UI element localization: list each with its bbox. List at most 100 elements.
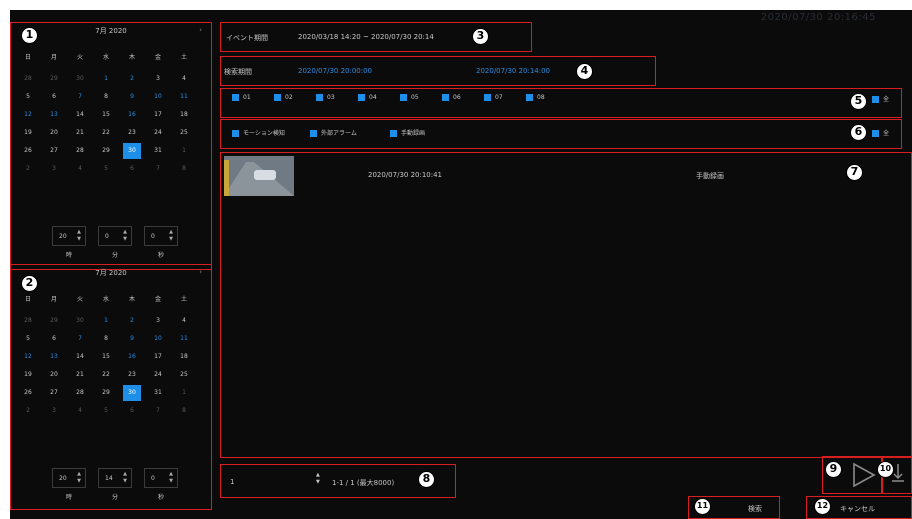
calendar-day[interactable]: 28 (68, 146, 92, 156)
calendar-day[interactable]: 22 (94, 370, 118, 380)
calendar-day[interactable]: 7 (68, 334, 92, 344)
calendar-day[interactable]: 19 (16, 128, 40, 138)
calendar-day[interactable]: 22 (94, 128, 118, 138)
calendar-day[interactable]: 28 (68, 388, 92, 398)
spinner-arrows-icon[interactable]: ▲ ▼ (169, 471, 173, 485)
calendar-day[interactable]: 11 (172, 334, 196, 344)
event-type-checkbox[interactable]: モーション検知 (232, 128, 285, 137)
calendar-day[interactable]: 6 (120, 164, 144, 174)
calendar-day[interactable]: 5 (16, 334, 40, 344)
calendar-day[interactable]: 26 (16, 388, 40, 398)
second-spinner[interactable]: 0 ▲ ▼ (144, 226, 178, 246)
calendar-day[interactable]: 21 (68, 370, 92, 380)
calendar-day[interactable]: 6 (42, 92, 66, 102)
calendar-day[interactable]: 26 (16, 146, 40, 156)
play-icon[interactable] (852, 462, 876, 488)
calendar-day[interactable]: 29 (42, 74, 66, 84)
calendar-day[interactable]: 16 (120, 352, 144, 362)
spinner-arrows-icon[interactable]: ▲ ▼ (77, 471, 81, 485)
calendar-day[interactable]: 15 (94, 110, 118, 120)
event-type-checkbox[interactable]: 外部アラーム (310, 128, 357, 137)
calendar-day-selected[interactable]: 30 (123, 385, 141, 401)
calendar-day[interactable]: 25 (172, 370, 196, 380)
channel-checkbox[interactable]: 04 (358, 94, 377, 101)
calendar-day[interactable]: 8 (172, 164, 196, 174)
calendar-day[interactable]: 29 (94, 388, 118, 398)
calendar-day[interactable]: 9 (120, 92, 144, 102)
calendar-day[interactable]: 28 (16, 316, 40, 326)
calendar-day[interactable]: 28 (16, 74, 40, 84)
calendar-day[interactable]: 20 (42, 128, 66, 138)
calendar-day[interactable]: 25 (172, 128, 196, 138)
calendar-day[interactable]: 17 (146, 352, 170, 362)
calendar-day[interactable]: 13 (42, 110, 66, 120)
search-start-input[interactable]: 2020/07/30 20:00:00 (298, 67, 372, 75)
calendar-day[interactable]: 5 (16, 92, 40, 102)
calendar-day[interactable]: 8 (94, 92, 118, 102)
calendar-day[interactable]: 2 (16, 406, 40, 416)
channel-checkbox[interactable]: 05 (400, 94, 419, 101)
calendar-day[interactable]: 27 (42, 388, 66, 398)
search-button[interactable]: 検索 (748, 504, 762, 514)
calendar-day[interactable]: 30 (68, 74, 92, 84)
calendar-day[interactable]: 12 (16, 352, 40, 362)
calendar-day[interactable]: 5 (94, 406, 118, 416)
channel-checkbox[interactable]: 07 (484, 94, 503, 101)
hour-spinner[interactable]: 20 ▲ ▼ (52, 468, 86, 488)
channel-checkbox[interactable]: 01 (232, 94, 251, 101)
second-spinner[interactable]: 0 ▲ ▼ (144, 468, 178, 488)
calendar-day[interactable]: 15 (94, 352, 118, 362)
next-month-icon[interactable]: › (199, 26, 202, 34)
minute-spinner[interactable]: 14 ▲ ▼ (98, 468, 132, 488)
spinner-arrows-icon[interactable]: ▲ ▼ (123, 471, 127, 485)
result-thumbnail[interactable] (224, 156, 294, 196)
calendar-day[interactable]: 24 (146, 128, 170, 138)
channel-checkbox[interactable]: 02 (274, 94, 293, 101)
calendar-day[interactable]: 1 (94, 316, 118, 326)
calendar-day[interactable]: 16 (120, 110, 144, 120)
channel-checkbox[interactable]: 06 (442, 94, 461, 101)
calendar-day[interactable]: 2 (120, 316, 144, 326)
spinner-arrows-icon[interactable]: ▲ ▼ (169, 229, 173, 243)
calendar-day[interactable]: 14 (68, 352, 92, 362)
calendar-day[interactable]: 4 (68, 406, 92, 416)
event-type-checkbox[interactable]: 手動録画 (390, 128, 425, 137)
calendar-day[interactable]: 2 (120, 74, 144, 84)
calendar-day[interactable]: 8 (94, 334, 118, 344)
calendar-day[interactable]: 8 (172, 406, 196, 416)
calendar-day[interactable]: 13 (42, 352, 66, 362)
hour-spinner[interactable]: 20 ▲ ▼ (52, 226, 86, 246)
calendar-day[interactable]: 3 (146, 74, 170, 84)
calendar-day[interactable]: 7 (146, 406, 170, 416)
calendar-day[interactable]: 18 (172, 352, 196, 362)
calendar-day[interactable]: 29 (94, 146, 118, 156)
calendar-day[interactable]: 3 (146, 316, 170, 326)
calendar-day[interactable]: 12 (16, 110, 40, 120)
channel-checkbox[interactable]: 08 (526, 94, 545, 101)
calendar-day[interactable]: 27 (42, 146, 66, 156)
page-select[interactable]: 1 (230, 478, 234, 486)
calendar-day[interactable]: 20 (42, 370, 66, 380)
calendar-day[interactable]: 23 (120, 128, 144, 138)
calendar-day[interactable]: 4 (68, 164, 92, 174)
calendar-day[interactable]: 23 (120, 370, 144, 380)
calendar-day[interactable]: 4 (172, 316, 196, 326)
page-select-arrows-icon[interactable]: ▲ ▼ (316, 472, 320, 486)
channel-checkbox[interactable]: 03 (316, 94, 335, 101)
calendar-day[interactable]: 31 (146, 146, 170, 156)
calendar-day[interactable]: 9 (120, 334, 144, 344)
spinner-arrows-icon[interactable]: ▲ ▼ (77, 229, 81, 243)
event-all-checkbox[interactable]: 全 (872, 128, 889, 137)
calendar-day[interactable]: 4 (172, 74, 196, 84)
channel-all-checkbox[interactable]: 全 (872, 94, 889, 103)
minute-spinner[interactable]: 0 ▲ ▼ (98, 226, 132, 246)
calendar-day[interactable]: 18 (172, 110, 196, 120)
calendar-day[interactable]: 21 (68, 128, 92, 138)
calendar-day[interactable]: 5 (94, 164, 118, 174)
calendar-day[interactable]: 6 (42, 334, 66, 344)
calendar-day[interactable]: 2 (16, 164, 40, 174)
calendar-day[interactable]: 17 (146, 110, 170, 120)
calendar-day[interactable]: 1 (94, 74, 118, 84)
calendar-day[interactable]: 30 (68, 316, 92, 326)
calendar-day[interactable]: 11 (172, 92, 196, 102)
